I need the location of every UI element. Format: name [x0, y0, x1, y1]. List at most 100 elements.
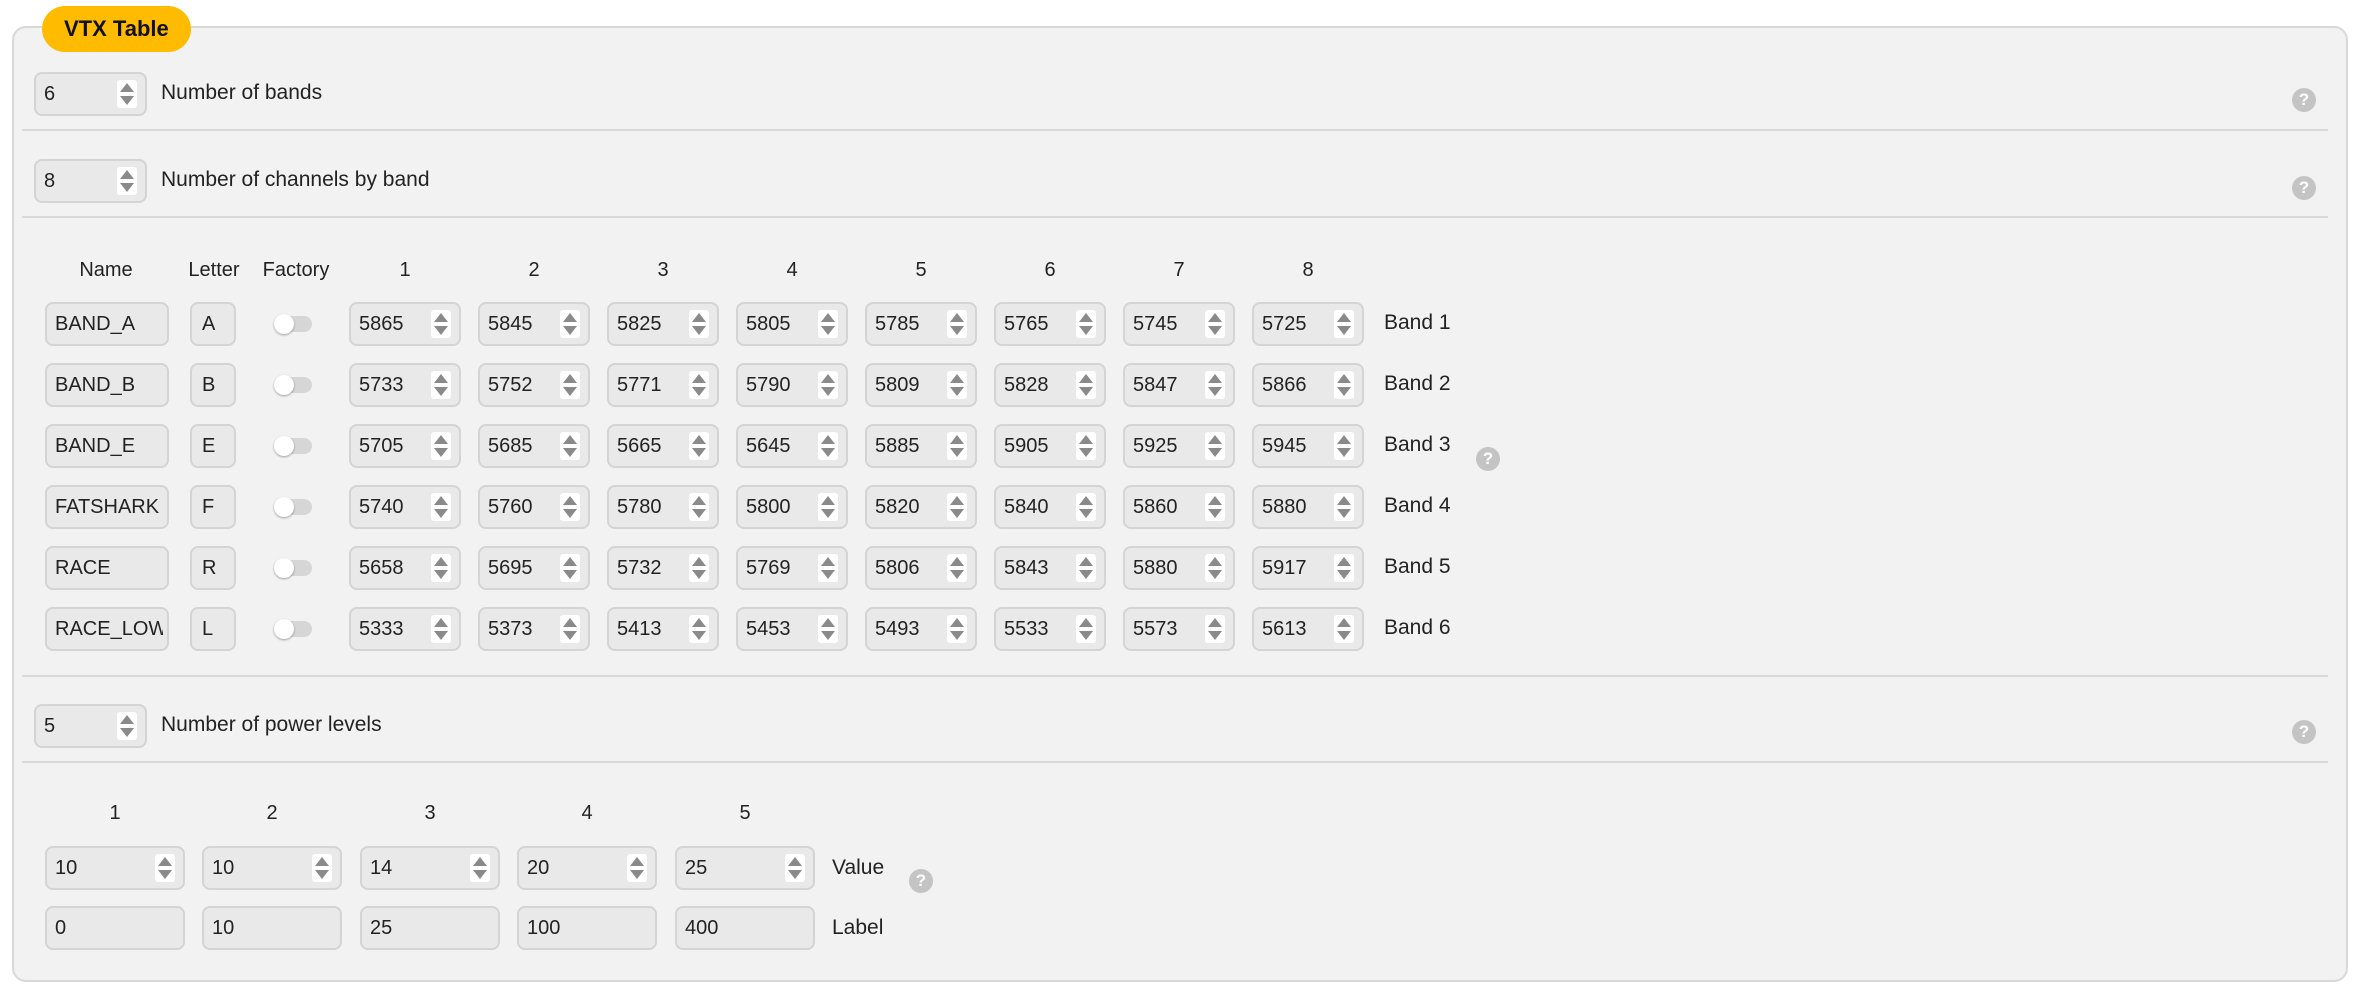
- frequency-stepper[interactable]: [689, 432, 709, 460]
- power-value-input[interactable]: 25: [675, 846, 815, 890]
- frequency-stepper[interactable]: [1205, 554, 1225, 582]
- frequency-input[interactable]: 5658: [349, 546, 461, 590]
- frequency-stepper[interactable]: [689, 493, 709, 521]
- frequency-stepper[interactable]: [431, 554, 451, 582]
- frequency-stepper[interactable]: [431, 432, 451, 460]
- frequency-stepper[interactable]: [947, 371, 967, 399]
- band-name-input[interactable]: RACE: [45, 546, 169, 590]
- band-letter-input[interactable]: A: [190, 302, 236, 346]
- frequency-input[interactable]: 5725: [1252, 302, 1364, 346]
- band-name-input[interactable]: FATSHARK: [45, 485, 169, 529]
- frequency-stepper[interactable]: [818, 615, 838, 643]
- frequency-stepper[interactable]: [560, 432, 580, 460]
- frequency-input[interactable]: 5866: [1252, 363, 1364, 407]
- frequency-input[interactable]: 5925: [1123, 424, 1235, 468]
- frequency-stepper[interactable]: [560, 554, 580, 582]
- frequency-input[interactable]: 5740: [349, 485, 461, 529]
- channels-count-stepper[interactable]: [117, 167, 137, 195]
- frequency-stepper[interactable]: [1334, 371, 1354, 399]
- frequency-input[interactable]: 5917: [1252, 546, 1364, 590]
- frequency-stepper[interactable]: [689, 310, 709, 338]
- power-value-input[interactable]: 20: [517, 846, 657, 890]
- band-letter-input[interactable]: B: [190, 363, 236, 407]
- frequency-stepper[interactable]: [431, 371, 451, 399]
- band-name-input[interactable]: RACE_LOW: [45, 607, 169, 651]
- frequency-input[interactable]: 5752: [478, 363, 590, 407]
- frequency-input[interactable]: 5413: [607, 607, 719, 651]
- power-value-input[interactable]: 10: [202, 846, 342, 890]
- channels-count-input[interactable]: 8: [34, 159, 147, 203]
- frequency-input[interactable]: 5765: [994, 302, 1106, 346]
- frequency-stepper[interactable]: [1076, 615, 1096, 643]
- bands-count-input[interactable]: 6: [34, 72, 147, 116]
- frequency-stepper[interactable]: [431, 310, 451, 338]
- frequency-stepper[interactable]: [818, 493, 838, 521]
- power-count-input[interactable]: 5: [34, 704, 147, 748]
- frequency-input[interactable]: 5885: [865, 424, 977, 468]
- frequency-input[interactable]: 5800: [736, 485, 848, 529]
- frequency-stepper[interactable]: [689, 371, 709, 399]
- frequency-input[interactable]: 5865: [349, 302, 461, 346]
- frequency-input[interactable]: 5533: [994, 607, 1106, 651]
- frequency-input[interactable]: 5880: [1252, 485, 1364, 529]
- factory-toggle[interactable]: [274, 375, 312, 395]
- frequency-stepper[interactable]: [1334, 493, 1354, 521]
- help-icon[interactable]: ?: [2292, 88, 2316, 112]
- frequency-input[interactable]: 5745: [1123, 302, 1235, 346]
- bands-count-stepper[interactable]: [117, 80, 137, 108]
- frequency-stepper[interactable]: [560, 371, 580, 399]
- frequency-stepper[interactable]: [1205, 432, 1225, 460]
- frequency-input[interactable]: 5905: [994, 424, 1106, 468]
- power-value-input[interactable]: 10: [45, 846, 185, 890]
- power-value-stepper[interactable]: [312, 854, 332, 882]
- frequency-input[interactable]: 5820: [865, 485, 977, 529]
- band-letter-input[interactable]: E: [190, 424, 236, 468]
- frequency-input[interactable]: 5828: [994, 363, 1106, 407]
- frequency-input[interactable]: 5760: [478, 485, 590, 529]
- frequency-stepper[interactable]: [1334, 554, 1354, 582]
- frequency-stepper[interactable]: [818, 310, 838, 338]
- frequency-input[interactable]: 5785: [865, 302, 977, 346]
- frequency-stepper[interactable]: [1334, 432, 1354, 460]
- frequency-stepper[interactable]: [818, 432, 838, 460]
- help-icon[interactable]: ?: [909, 869, 933, 893]
- frequency-stepper[interactable]: [947, 310, 967, 338]
- frequency-stepper[interactable]: [560, 493, 580, 521]
- frequency-stepper[interactable]: [947, 554, 967, 582]
- frequency-stepper[interactable]: [1334, 310, 1354, 338]
- factory-toggle[interactable]: [274, 314, 312, 334]
- power-label-input[interactable]: 10: [202, 906, 342, 950]
- frequency-stepper[interactable]: [689, 615, 709, 643]
- band-letter-input[interactable]: L: [190, 607, 236, 651]
- frequency-input[interactable]: 5645: [736, 424, 848, 468]
- frequency-input[interactable]: 5847: [1123, 363, 1235, 407]
- frequency-stepper[interactable]: [818, 554, 838, 582]
- band-name-input[interactable]: BAND_A: [45, 302, 169, 346]
- frequency-input[interactable]: 5453: [736, 607, 848, 651]
- factory-toggle[interactable]: [274, 619, 312, 639]
- band-letter-input[interactable]: R: [190, 546, 236, 590]
- power-label-input[interactable]: 25: [360, 906, 500, 950]
- factory-toggle[interactable]: [274, 497, 312, 517]
- frequency-stepper[interactable]: [818, 371, 838, 399]
- power-value-stepper[interactable]: [470, 854, 490, 882]
- frequency-input[interactable]: 5333: [349, 607, 461, 651]
- frequency-input[interactable]: 5840: [994, 485, 1106, 529]
- frequency-input[interactable]: 5880: [1123, 546, 1235, 590]
- frequency-stepper[interactable]: [431, 493, 451, 521]
- frequency-stepper[interactable]: [1076, 310, 1096, 338]
- frequency-stepper[interactable]: [1334, 615, 1354, 643]
- band-name-input[interactable]: BAND_B: [45, 363, 169, 407]
- frequency-input[interactable]: 5769: [736, 546, 848, 590]
- factory-toggle[interactable]: [274, 436, 312, 456]
- frequency-stepper[interactable]: [431, 615, 451, 643]
- frequency-input[interactable]: 5825: [607, 302, 719, 346]
- power-value-stepper[interactable]: [627, 854, 647, 882]
- frequency-stepper[interactable]: [1205, 615, 1225, 643]
- frequency-stepper[interactable]: [560, 615, 580, 643]
- frequency-input[interactable]: 5780: [607, 485, 719, 529]
- power-label-input[interactable]: 0: [45, 906, 185, 950]
- frequency-stepper[interactable]: [947, 493, 967, 521]
- frequency-input[interactable]: 5771: [607, 363, 719, 407]
- factory-toggle[interactable]: [274, 558, 312, 578]
